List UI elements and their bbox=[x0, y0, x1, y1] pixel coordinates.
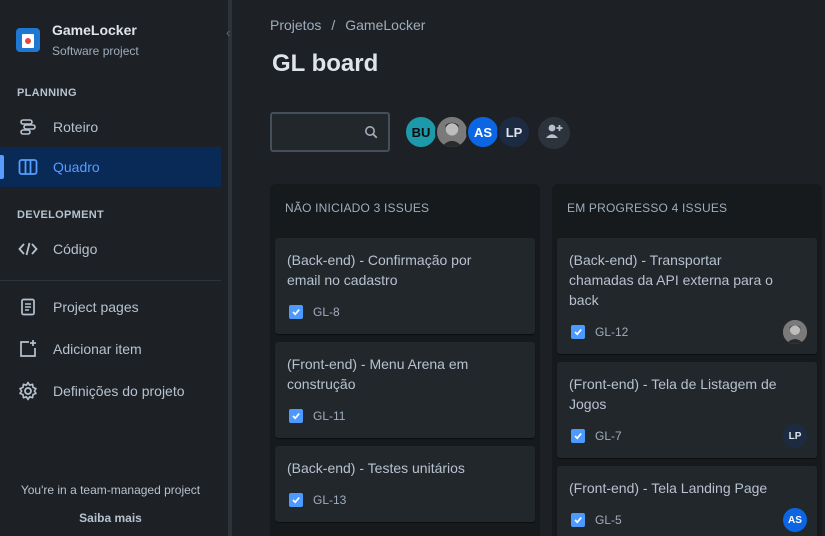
issue-key: GL-13 bbox=[313, 493, 347, 507]
project-logo-icon bbox=[16, 28, 40, 52]
section-title-development: DEVELOPMENT bbox=[17, 209, 105, 221]
issue-meta: GL-13 bbox=[289, 493, 346, 507]
issue-key: GL-12 bbox=[595, 325, 629, 339]
chevron-left-icon[interactable]: ‹ bbox=[226, 26, 236, 40]
sidebar-item-adicionar-item[interactable]: Adicionar item bbox=[0, 329, 221, 369]
issue-title: (Front-end) - Tela de Listagem de Jogos bbox=[569, 376, 777, 412]
issue-card[interactable]: (Back-end) - Testes unitários GL-13 bbox=[275, 446, 535, 522]
page-title: GL board bbox=[272, 50, 379, 77]
assignee-avatar[interactable]: LP bbox=[783, 424, 807, 448]
sidebar-item-roteiro[interactable]: Roteiro bbox=[0, 107, 221, 147]
task-check-icon bbox=[571, 513, 585, 527]
issue-meta: GL-5 bbox=[571, 513, 622, 527]
learn-more-link[interactable]: Saiba mais bbox=[0, 511, 221, 525]
sidebar-item-quadro[interactable]: Quadro bbox=[0, 147, 221, 187]
app: GameLocker Software project PLANNING Rot… bbox=[0, 0, 825, 536]
board-column-in-progress: EM PROGRESSO 4 ISSUES (Back-end) - Trans… bbox=[552, 184, 822, 536]
issue-title: (Back-end) - Testes unitários bbox=[287, 460, 465, 476]
board-icon bbox=[18, 157, 38, 177]
issue-title: (Front-end) - Menu Arena em construção bbox=[287, 356, 469, 392]
sidebar-item-definicoes[interactable]: Definições do projeto bbox=[0, 371, 221, 411]
issue-card[interactable]: (Front-end) - Menu Arena em construção G… bbox=[275, 342, 535, 438]
gear-icon bbox=[18, 381, 38, 401]
breadcrumb-projetos[interactable]: Projetos bbox=[270, 17, 321, 33]
timeline-icon bbox=[18, 117, 38, 137]
team-managed-note: You're in a team-managed project bbox=[20, 483, 201, 497]
avatar-photo[interactable] bbox=[435, 115, 469, 149]
project-type: Software project bbox=[52, 44, 139, 58]
issue-key: GL-5 bbox=[595, 513, 622, 527]
sidebar: GameLocker Software project PLANNING Rot… bbox=[0, 0, 230, 536]
sidebar-item-label: Project pages bbox=[53, 299, 139, 315]
issue-title: (Back-end) - Confirmação por email no ca… bbox=[287, 252, 472, 288]
assignee-avatar[interactable]: AS bbox=[783, 508, 807, 532]
code-icon bbox=[18, 239, 38, 259]
sidebar-item-label: Adicionar item bbox=[53, 341, 142, 357]
project-header[interactable]: GameLocker Software project bbox=[16, 20, 139, 60]
column-title: EM PROGRESSO 4 ISSUES bbox=[567, 201, 728, 215]
task-check-icon bbox=[289, 493, 303, 507]
search-input[interactable] bbox=[278, 120, 358, 144]
issue-card[interactable]: (Back-end) - Transportar chamadas da API… bbox=[557, 238, 817, 354]
task-check-icon bbox=[289, 305, 303, 319]
project-name: GameLocker bbox=[52, 22, 137, 38]
add-item-icon bbox=[18, 339, 38, 359]
section-title-planning: PLANNING bbox=[17, 87, 77, 99]
issue-key: GL-8 bbox=[313, 305, 340, 319]
sidebar-item-codigo[interactable]: Código bbox=[0, 229, 221, 269]
issue-key: GL-7 bbox=[595, 429, 622, 443]
avatar[interactable]: AS bbox=[466, 115, 500, 149]
issue-meta: GL-8 bbox=[289, 305, 340, 319]
sidebar-divider bbox=[0, 280, 221, 281]
search-box[interactable] bbox=[270, 112, 390, 152]
issue-key: GL-11 bbox=[313, 409, 346, 423]
breadcrumb: Projetos / GameLocker bbox=[270, 17, 425, 33]
sidebar-resize-handle[interactable] bbox=[228, 0, 232, 536]
breadcrumb-separator: / bbox=[331, 17, 336, 33]
search-icon bbox=[364, 125, 378, 139]
assignee-avatar-photo[interactable] bbox=[783, 320, 807, 344]
sidebar-item-label: Definições do projeto bbox=[53, 383, 185, 399]
column-title: NÃO INICIADO 3 ISSUES bbox=[285, 201, 430, 215]
add-people-button[interactable] bbox=[538, 117, 570, 149]
add-person-icon bbox=[545, 123, 563, 144]
breadcrumb-project[interactable]: GameLocker bbox=[345, 17, 425, 33]
issue-card[interactable]: (Front-end) - Tela Landing Page GL-5 AS bbox=[557, 466, 817, 536]
sidebar-item-label: Código bbox=[53, 241, 98, 257]
issue-title: (Back-end) - Transportar chamadas da API… bbox=[569, 252, 773, 308]
issue-meta: GL-12 bbox=[571, 325, 628, 339]
sidebar-item-label: Quadro bbox=[53, 159, 100, 175]
issue-title: (Front-end) - Tela Landing Page bbox=[569, 480, 768, 496]
issue-card[interactable]: (Back-end) - Confirmação por email no ca… bbox=[275, 238, 535, 334]
avatar[interactable]: LP bbox=[497, 115, 531, 149]
page-icon bbox=[18, 297, 38, 317]
task-check-icon bbox=[289, 409, 303, 423]
sidebar-item-project-pages[interactable]: Project pages bbox=[0, 287, 221, 327]
issue-meta: GL-7 bbox=[571, 429, 622, 443]
member-avatars: BU AS LP bbox=[404, 115, 531, 149]
avatar[interactable]: BU bbox=[404, 115, 438, 149]
board-column-not-started: NÃO INICIADO 3 ISSUES (Back-end) - Confi… bbox=[270, 184, 540, 536]
task-check-icon bbox=[571, 325, 585, 339]
issue-card[interactable]: (Front-end) - Tela de Listagem de Jogos … bbox=[557, 362, 817, 458]
task-check-icon bbox=[571, 429, 585, 443]
sidebar-item-label: Roteiro bbox=[53, 119, 99, 135]
issue-meta: GL-11 bbox=[289, 409, 345, 423]
